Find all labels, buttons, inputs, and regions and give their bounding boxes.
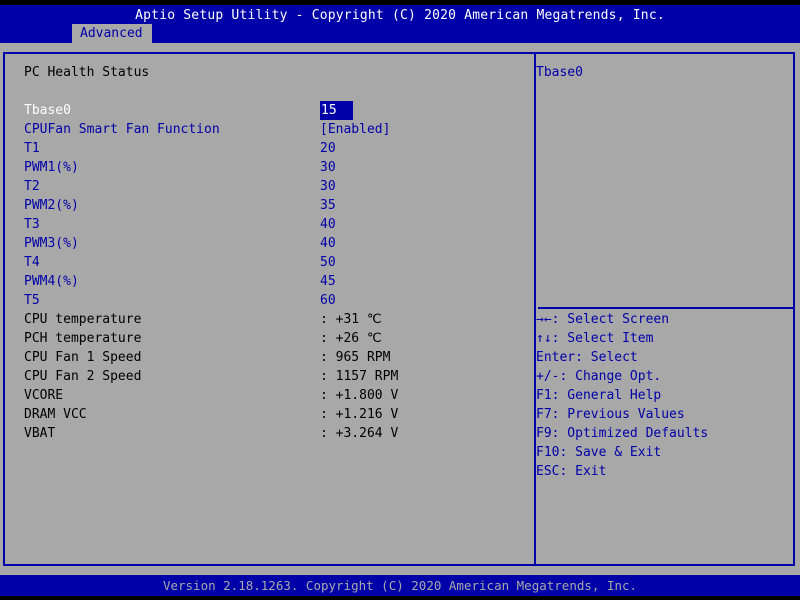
setting-value[interactable]: 35 [320, 196, 336, 215]
setting-label[interactable]: T3 [24, 215, 40, 234]
reading-label: CPU temperature [24, 312, 142, 327]
setting-value[interactable]: 20 [320, 139, 336, 158]
setting-value[interactable]: [Enabled] [320, 120, 390, 139]
reading-value: : +1.800 V [320, 388, 399, 403]
reading-label: VBAT [24, 426, 56, 441]
setting-label[interactable]: T4 [24, 253, 40, 272]
setting-value[interactable]: 30 [320, 177, 336, 196]
setting-label[interactable]: T5 [24, 291, 40, 310]
help-key-change-opt: +/-: Change Opt. [536, 369, 662, 384]
reading-label: DRAM VCC [24, 407, 87, 422]
reading-value: : +3.264 V [320, 426, 399, 441]
reading-label: CPU Fan 2 Speed [24, 369, 142, 384]
help-description: Tbase0 [536, 65, 583, 80]
help-key-select-item: ↑↓: Select Item [536, 331, 654, 346]
section-title: PC Health Status [24, 65, 150, 80]
help-key-exit: ESC: Exit [536, 464, 607, 479]
help-key-general-help: F1: General Help [536, 388, 662, 403]
reading-value: : +1.216 V [320, 407, 399, 422]
help-key-enter: Enter: Select [536, 350, 638, 365]
help-key-previous-values: F7: Previous Values [536, 407, 685, 422]
help-separator [538, 307, 795, 309]
reading-value: : +26 ℃ [320, 331, 382, 346]
setting-label[interactable]: CPUFan Smart Fan Function [24, 120, 220, 139]
help-key-save-exit: F10: Save & Exit [536, 445, 662, 460]
setting-label[interactable]: PWM1(%) [24, 158, 79, 177]
footer-version: Version 2.18.1263. Copyright (C) 2020 Am… [0, 575, 800, 596]
reading-value: : 1157 RPM [320, 369, 399, 384]
help-key-optimized-defaults: F9: Optimized Defaults [536, 426, 709, 441]
setting-value[interactable]: 50 [320, 253, 336, 272]
reading-label: PCH temperature [24, 331, 142, 346]
setting-value[interactable]: 30 [320, 158, 336, 177]
setting-label-tbase0[interactable]: Tbase0 [24, 101, 71, 120]
setting-value[interactable]: 60 [320, 291, 336, 310]
reading-value: : +31 ℃ [320, 312, 382, 327]
setting-label[interactable]: T1 [24, 139, 40, 158]
panel-divider [534, 54, 536, 564]
reading-label: CPU Fan 1 Speed [24, 350, 142, 365]
setting-value-tbase0[interactable]: 15 [320, 101, 353, 120]
setting-label[interactable]: PWM4(%) [24, 272, 79, 291]
setting-label[interactable]: T2 [24, 177, 40, 196]
reading-label: VCORE [24, 388, 64, 403]
main-area: PC Health Status Tbase0 15 CPUFan Smart … [0, 43, 800, 575]
help-key-select-screen: →←: Select Screen [536, 312, 670, 327]
setting-label[interactable]: PWM2(%) [24, 196, 79, 215]
setting-value[interactable]: 45 [320, 272, 336, 291]
title-bar: Aptio Setup Utility - Copyright (C) 2020… [0, 5, 800, 48]
setting-label[interactable]: PWM3(%) [24, 234, 79, 253]
app-title: Aptio Setup Utility - Copyright (C) 2020… [135, 8, 665, 23]
setting-value[interactable]: 40 [320, 234, 336, 253]
reading-value: : 965 RPM [320, 350, 391, 365]
setting-value[interactable]: 40 [320, 215, 336, 234]
